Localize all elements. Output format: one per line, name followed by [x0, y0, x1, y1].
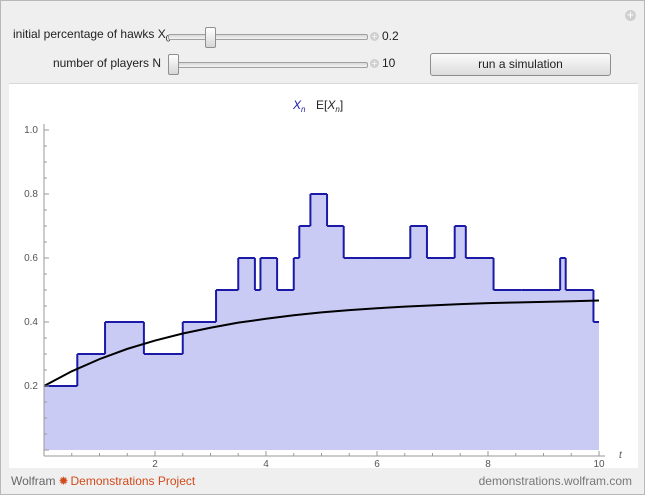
x-axis-label: t	[619, 450, 623, 461]
footer: Wolfram ✹ Demonstrations Project demonstra…	[1, 469, 644, 494]
run-simulation-button[interactable]: run a simulation	[430, 53, 611, 76]
footer-demonstrations[interactable]: Demonstrations Project	[71, 474, 196, 488]
x-tick-label: 4	[263, 459, 269, 468]
y-tick-label: 0.2	[24, 381, 38, 392]
players-slider-thumb[interactable]	[168, 54, 179, 75]
y-tick-label: 0.6	[24, 253, 38, 264]
x-tick-label: 2	[152, 459, 158, 468]
hawks-label-text: initial percentage of hawks X	[13, 27, 166, 41]
legend-xn-label: Xn	[292, 98, 306, 114]
hawks-label: initial percentage of hawks X0	[13, 27, 171, 43]
plot-panel: Xn E[Xn] 2 4 6 8 10 0.2 0.4 0.6 0.8 1.0 t	[9, 83, 638, 470]
players-expand-icon[interactable]: +	[370, 59, 379, 68]
hawks-expand-icon[interactable]: +	[370, 32, 379, 41]
chart-legend: Xn E[Xn]	[292, 98, 343, 114]
hawks-value: 0.2	[382, 29, 399, 43]
players-slider-track[interactable]	[168, 62, 368, 68]
x-tick-label: 8	[485, 459, 491, 468]
players-value: 10	[382, 56, 396, 70]
legend-expected-label: E[Xn]	[316, 98, 343, 114]
players-label: number of players N	[13, 56, 161, 70]
x-tick-label: 6	[374, 459, 380, 468]
wolfram-spikey-icon: ✹	[58, 474, 69, 488]
y-tick-label: 0.8	[24, 189, 38, 200]
footer-wolfram: Wolfram	[11, 474, 56, 488]
simulation-chart: Xn E[Xn] 2 4 6 8 10 0.2 0.4 0.6 0.8 1.0 t	[24, 98, 623, 470]
footer-site-link[interactable]: demonstrations.wolfram.com	[479, 474, 632, 488]
hawks-slider-thumb[interactable]	[205, 27, 217, 48]
y-tick-label: 0.4	[24, 317, 38, 328]
demo-window: + initial percentage of hawks X0 + 0.2 n…	[0, 0, 645, 495]
players-label-text: number of players N	[52, 56, 161, 70]
options-plus-icon[interactable]: +	[625, 10, 636, 21]
x-tick-label: 10	[593, 459, 605, 468]
y-tick-label: 1.0	[24, 125, 38, 136]
footer-brand: Wolfram ✹ Demonstrations Project	[11, 474, 195, 488]
hawks-slider-track[interactable]	[168, 34, 368, 40]
